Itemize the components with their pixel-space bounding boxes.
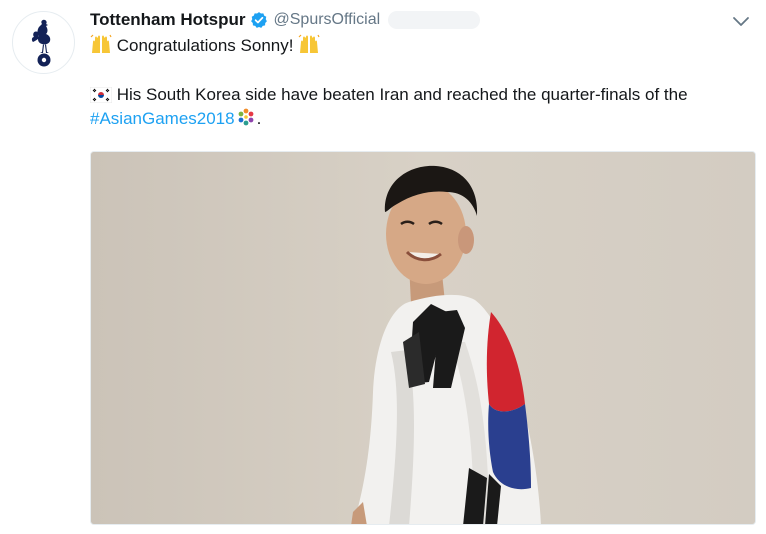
raised-hands-icon <box>298 34 320 53</box>
tweet-line-1: Congratulations Sonny! <box>90 34 746 58</box>
redacted-area <box>388 11 481 29</box>
verified-badge-icon <box>250 12 267 28</box>
author-avatar[interactable] <box>12 11 75 74</box>
south-korea-flag-icon <box>90 87 112 103</box>
line-end: . <box>256 109 262 128</box>
tweet-line-2: His South Korea side have beaten Iran an… <box>90 83 746 131</box>
tweet-header: Tottenham Hotspur @SpursOfficial <box>90 9 736 31</box>
player-with-flag-illustration <box>91 152 755 524</box>
congrats-text: Congratulations Sonny! <box>116 36 294 55</box>
author-name[interactable]: Tottenham Hotspur <box>90 9 246 31</box>
result-text: His South Korea side have beaten Iran an… <box>116 85 688 104</box>
tweet-text: Congratulations Sonny! His South Korea s… <box>90 34 746 131</box>
spurs-cockerel-logo-icon <box>31 19 50 66</box>
tweet-photo[interactable] <box>90 151 756 525</box>
author-handle[interactable]: @SpursOfficial <box>274 9 381 31</box>
raised-hands-icon <box>90 34 112 53</box>
asian-games-emblem-icon <box>238 108 253 126</box>
chevron-down-icon[interactable] <box>732 14 750 28</box>
hashtag-link[interactable]: #AsianGames2018 <box>90 109 235 128</box>
